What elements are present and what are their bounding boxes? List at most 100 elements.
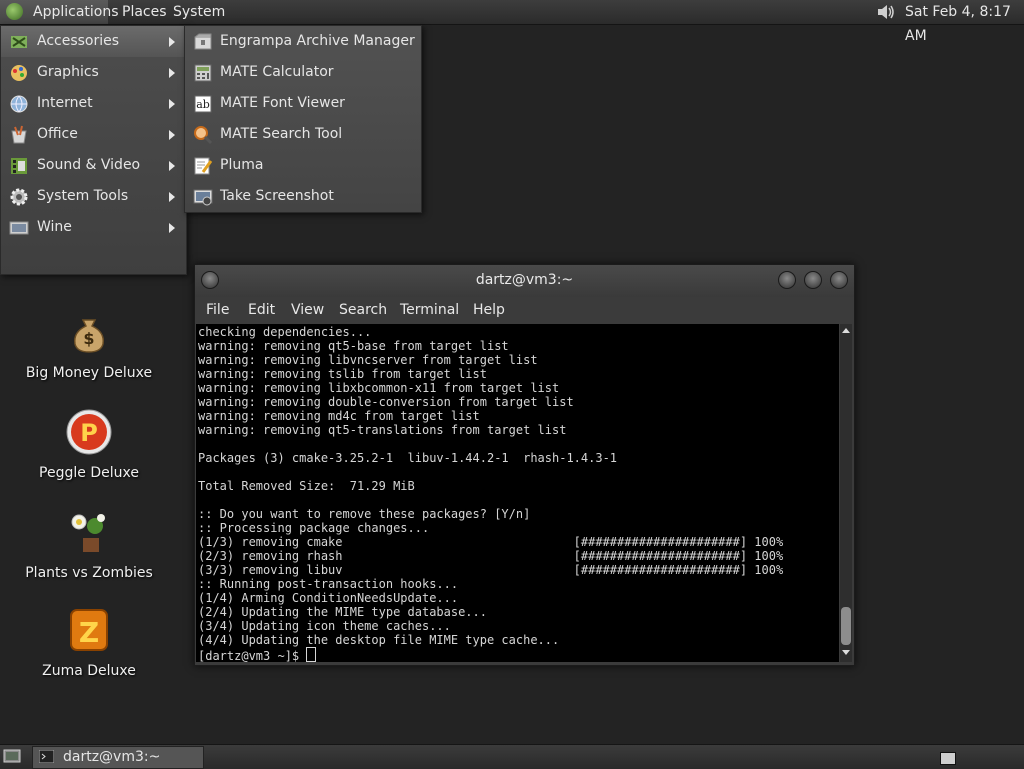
clock[interactable]: Sat Feb 4, 8:17 AM — [905, 0, 1024, 48]
menu-search[interactable]: Search — [339, 302, 387, 318]
scroll-up-icon[interactable] — [842, 328, 850, 333]
desktop-icon-label: Zuma Deluxe — [42, 663, 136, 679]
screenshot-icon — [193, 189, 213, 206]
mate-logo-icon — [6, 3, 23, 20]
menu-item-office[interactable]: Office — [1, 119, 186, 150]
money-bag-icon: $ — [73, 319, 105, 353]
terminal-menubar: File Edit View Search Terminal Help — [195, 297, 854, 325]
applications-dropdown: Accessories Graphics Internet Office Sou… — [0, 25, 187, 275]
menu-item-graphics[interactable]: Graphics — [1, 57, 186, 88]
menu-item-label: Office — [37, 126, 78, 142]
desktop-icon-label: Big Money Deluxe — [25, 365, 153, 381]
speaker-icon[interactable] — [876, 3, 896, 21]
menu-item-label: Graphics — [37, 64, 99, 80]
terminal-scrollbar[interactable] — [840, 324, 852, 662]
svg-text:ab: ab — [196, 98, 210, 111]
zuma-icon: Z — [70, 609, 108, 651]
applications-menu-label: Applications — [33, 4, 119, 20]
svg-text:$: $ — [83, 329, 94, 348]
office-icon — [11, 125, 27, 144]
terminal-titlebar[interactable]: dartz@vm3:~ — [195, 265, 854, 297]
submenu-arrow-icon — [169, 130, 175, 140]
menu-edit[interactable]: Edit — [248, 302, 275, 318]
close-button[interactable] — [830, 271, 848, 289]
system-tools-icon — [10, 188, 28, 206]
places-menu[interactable]: Places — [116, 0, 173, 24]
submenu-item-calculator[interactable]: MATE Calculator — [185, 57, 421, 88]
accessories-submenu: Engrampa Archive Manager MATE Calculator… — [184, 25, 422, 213]
menu-item-wine[interactable]: Wine — [1, 212, 186, 243]
terminal-title: dartz@vm3:~ — [475, 272, 574, 288]
desktop-icon-big-money[interactable]: $ Big Money Deluxe — [14, 308, 164, 381]
wine-icon — [9, 221, 29, 235]
terminal-icon — [39, 750, 54, 763]
text-editor-icon — [194, 157, 213, 175]
menu-item-accessories[interactable]: Accessories — [1, 26, 186, 57]
bottom-panel: dartz@vm3:~ — [0, 744, 1024, 769]
svg-text:Z: Z — [79, 616, 99, 649]
submenu-item-label: MATE Calculator — [220, 64, 334, 80]
maximize-button[interactable] — [804, 271, 822, 289]
system-menu[interactable]: System — [167, 0, 231, 24]
terminal-prompt: [dartz@vm3 ~]$ — [198, 649, 307, 662]
calculator-icon — [194, 64, 212, 82]
menu-item-label: Wine — [37, 219, 72, 235]
menu-item-label: Internet — [37, 95, 93, 111]
sound-video-icon — [11, 158, 27, 174]
internet-icon — [10, 95, 28, 113]
search-icon — [194, 126, 213, 145]
taskbar-item-label: dartz@vm3:~ — [63, 749, 161, 765]
menu-item-label: Sound & Video — [37, 157, 141, 173]
menu-view[interactable]: View — [291, 302, 324, 318]
submenu-arrow-icon — [169, 161, 175, 171]
terminal-cursor — [306, 647, 317, 662]
show-desktop-icon[interactable] — [3, 749, 21, 764]
archive-icon — [194, 33, 212, 50]
menu-item-sound-video[interactable]: Sound & Video — [1, 150, 186, 181]
plants-icon — [71, 514, 105, 552]
submenu-arrow-icon — [169, 68, 175, 78]
desktop-icon-label: Peggle Deluxe — [39, 465, 139, 481]
terminal-window[interactable]: dartz@vm3:~ File Edit View Search Termin… — [194, 264, 855, 666]
desktop-icon-zuma[interactable]: Z Zuma Deluxe — [14, 606, 164, 679]
workspace-switcher[interactable] — [940, 752, 956, 765]
scroll-down-icon[interactable] — [842, 650, 850, 655]
menu-file[interactable]: File — [206, 302, 229, 318]
submenu-arrow-icon — [169, 99, 175, 109]
submenu-item-label: Engrampa Archive Manager — [220, 33, 415, 49]
taskbar-item-terminal[interactable]: dartz@vm3:~ — [32, 746, 204, 769]
terminal-output-block: checking dependencies... warning: removi… — [196, 324, 839, 662]
graphics-icon — [11, 65, 27, 81]
accessories-icon — [11, 36, 27, 48]
submenu-item-pluma[interactable]: Pluma — [185, 150, 421, 181]
menu-item-internet[interactable]: Internet — [1, 88, 186, 119]
terminal-screen[interactable]: checking dependencies... warning: removi… — [196, 324, 839, 662]
submenu-item-font-viewer[interactable]: ab MATE Font Viewer — [185, 88, 421, 119]
submenu-item-label: Take Screenshot — [220, 188, 334, 204]
menu-terminal[interactable]: Terminal — [400, 302, 459, 318]
menu-help[interactable]: Help — [473, 302, 505, 318]
submenu-item-engrampa[interactable]: Engrampa Archive Manager — [185, 26, 421, 57]
submenu-item-label: MATE Font Viewer — [220, 95, 345, 111]
peggle-icon: P — [66, 409, 112, 455]
menu-item-label: System Tools — [37, 188, 129, 204]
scrollbar-thumb[interactable] — [841, 607, 851, 645]
minimize-button[interactable] — [778, 271, 796, 289]
menu-item-system-tools[interactable]: System Tools — [1, 181, 186, 212]
desktop-icon-label: Plants vs Zombies — [25, 565, 153, 581]
submenu-item-label: Pluma — [220, 157, 264, 173]
submenu-item-search-tool[interactable]: MATE Search Tool — [185, 119, 421, 150]
submenu-arrow-icon — [169, 192, 175, 202]
desktop-icon-plants-vs-zombies[interactable]: Plants vs Zombies — [14, 508, 164, 581]
submenu-item-label: MATE Search Tool — [220, 126, 343, 142]
menu-item-label: Accessories — [37, 33, 120, 49]
desktop-icon-peggle[interactable]: P Peggle Deluxe — [14, 408, 164, 481]
svg-text:P: P — [80, 419, 98, 447]
font-viewer-icon: ab — [194, 95, 212, 113]
submenu-arrow-icon — [169, 223, 175, 233]
submenu-item-take-screenshot[interactable]: Take Screenshot — [185, 181, 421, 212]
terminal-output: checking dependencies... warning: removi… — [198, 325, 784, 647]
applications-menu[interactable]: Applications — [0, 0, 119, 24]
submenu-arrow-icon — [169, 37, 175, 47]
top-panel: Applications Places System Sat Feb 4, 8:… — [0, 0, 1024, 44]
